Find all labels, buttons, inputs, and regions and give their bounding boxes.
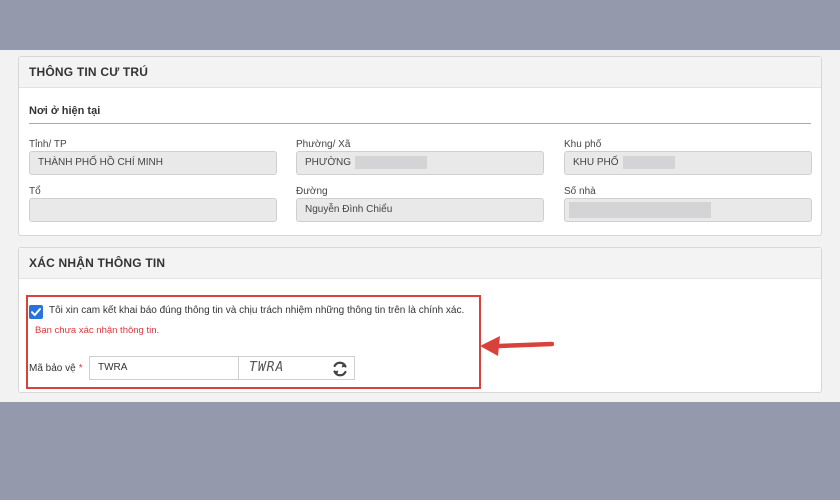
refresh-icon[interactable] — [331, 360, 349, 378]
captcha-image-text: TWRA — [249, 360, 285, 375]
province-value: THÀNH PHỐ HỒ CHÍ MINH — [38, 157, 163, 168]
redacted-area — [569, 202, 711, 218]
confirmation-warning: Bạn chưa xác nhận thông tin. — [35, 325, 160, 336]
province-field[interactable]: THÀNH PHỐ HỒ CHÍ MINH — [29, 151, 277, 175]
divider — [29, 123, 811, 124]
commitment-text: Tôi xin cam kết khai báo đúng thông tin … — [49, 305, 465, 316]
confirm-panel: XÁC NHẬN THÔNG TIN Tôi xin cam kết khai … — [18, 247, 822, 393]
captcha-input[interactable]: TWRA — [89, 356, 239, 380]
residence-section-title: THÔNG TIN CƯ TRÚ — [19, 57, 821, 88]
current-address-heading: Nơi ở hiện tại — [29, 105, 101, 117]
quarter-value: KHU PHỐ — [573, 157, 619, 168]
redacted-area — [622, 155, 675, 169]
street-field[interactable]: Nguyễn Đình Chiểu — [296, 198, 544, 222]
commitment-checkbox[interactable] — [29, 305, 43, 319]
house-number-label: Số nhà — [564, 186, 596, 197]
quarter-label: Khu phố — [564, 139, 602, 150]
captcha-image: TWRA — [239, 356, 355, 380]
captcha-label: Mã bảo vệ * — [29, 363, 83, 374]
house-number-field[interactable] — [564, 198, 812, 222]
required-mark: * — [78, 363, 83, 374]
quarter-field[interactable]: KHU PHỐ — [564, 151, 812, 175]
group-label: Tổ — [29, 186, 41, 197]
street-value: Nguyễn Đình Chiểu — [305, 204, 393, 215]
redacted-area — [355, 155, 428, 169]
confirm-section-title: XÁC NHẬN THÔNG TIN — [19, 248, 821, 279]
ward-value: PHƯỜNG — [305, 157, 352, 168]
residence-panel: THÔNG TIN CƯ TRÚ Nơi ở hiện tại Tỉnh/ TP… — [18, 56, 822, 236]
checkmark-icon — [31, 308, 41, 316]
form-sheet: THÔNG TIN CƯ TRÚ Nơi ở hiện tại Tỉnh/ TP… — [0, 50, 840, 402]
ward-field[interactable]: PHƯỜNG — [296, 151, 544, 175]
ward-label: Phường/ Xã — [296, 139, 351, 150]
street-label: Đường — [296, 186, 328, 197]
province-label: Tỉnh/ TP — [29, 139, 67, 150]
pointer-arrow-icon — [480, 336, 554, 356]
group-field[interactable] — [29, 198, 277, 222]
